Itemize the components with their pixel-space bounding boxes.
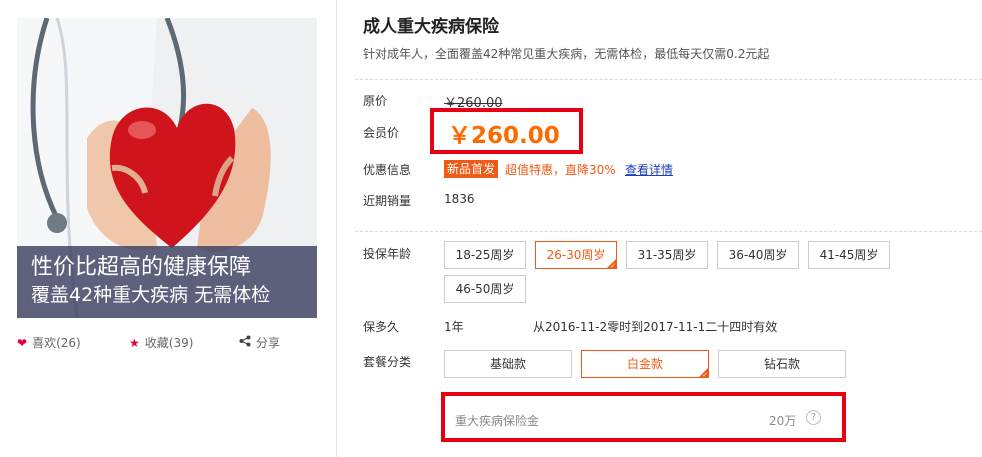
coverage-highlight: 重大疾病保险金 20万 ? xyxy=(441,392,846,442)
product-subtitle: 针对成年人，全面覆盖42种常见重大疾病，无需体检，最低每天仅需0.2元起 xyxy=(363,47,770,61)
like-label: 喜欢(26) xyxy=(32,336,81,350)
term-value: 1年 xyxy=(444,320,464,334)
share-button[interactable]: 分享 xyxy=(239,334,280,351)
age-option-41-45[interactable]: 41-45周岁 xyxy=(808,241,890,269)
product-gallery: 性价比超高的健康保障 覆盖42种重大疾病 无需体检 ❤ 喜欢(26) ★ 收藏(… xyxy=(0,0,337,457)
like-button[interactable]: ❤ 喜欢(26) xyxy=(17,334,81,351)
member-price: ￥260.00 xyxy=(448,123,560,149)
product-detail-page: 性价比超高的健康保障 覆盖42种重大疾病 无需体检 ❤ 喜欢(26) ★ 收藏(… xyxy=(0,0,982,457)
member-price-label: 会员价 xyxy=(363,126,400,140)
member-price-highlight: ￥260.00 xyxy=(430,108,583,154)
banner-headline: 性价比超高的健康保障 xyxy=(31,255,252,280)
plan-option-diamond[interactable]: 钻石款 xyxy=(718,350,846,378)
promo-badge: 新品首发 xyxy=(444,160,499,178)
plan-option-basic[interactable]: 基础款 xyxy=(444,350,572,378)
plan-label: 套餐分类 xyxy=(363,355,412,369)
star-icon: ★ xyxy=(129,335,140,350)
question-circle-icon[interactable]: ? xyxy=(806,410,821,425)
coverage-value: 20万 xyxy=(769,414,797,428)
age-option-31-35[interactable]: 31-35周岁 xyxy=(626,241,708,269)
product-info: 成人重大疾病保险 针对成年人，全面覆盖42种常见重大疾病，无需体检，最低每天仅需… xyxy=(355,0,982,457)
banner-subline: 覆盖42种重大疾病 无需体检 xyxy=(31,284,271,306)
age-option-36-40[interactable]: 36-40周岁 xyxy=(717,241,799,269)
image-banner: 性价比超高的健康保障 覆盖42种重大疾病 无需体检 xyxy=(17,246,317,318)
original-price-label: 原价 xyxy=(363,94,388,108)
age-label: 投保年龄 xyxy=(363,247,412,261)
divider xyxy=(355,231,982,232)
divider xyxy=(355,79,982,80)
favorite-button[interactable]: ★ 收藏(39) xyxy=(129,334,193,351)
promo-text: 超值特惠，直降30% xyxy=(505,163,616,177)
sales-value: 1836 xyxy=(444,192,475,206)
plan-option-platinum[interactable]: 白金款 xyxy=(581,350,709,380)
heart-icon: ❤ xyxy=(17,335,28,350)
term-period: 从2016-11-2零时到2017-11-1二十四时有效 xyxy=(533,320,778,334)
social-actions: ❤ 喜欢(26) ★ 收藏(39) 分享 xyxy=(17,334,317,352)
coverage-label: 重大疾病保险金 xyxy=(455,414,540,428)
age-option-46-50[interactable]: 46-50周岁 xyxy=(444,275,526,303)
product-image: 性价比超高的健康保障 覆盖42种重大疾病 无需体检 xyxy=(17,18,317,318)
promo-details-link[interactable]: 查看详情 xyxy=(625,161,673,178)
share-label: 分享 xyxy=(256,336,281,350)
sales-label: 近期销量 xyxy=(363,194,412,208)
age-option-26-30[interactable]: 26-30周岁 xyxy=(535,241,617,271)
term-label: 保多久 xyxy=(363,320,400,334)
age-option-18-25[interactable]: 18-25周岁 xyxy=(444,241,526,269)
promo-label: 优惠信息 xyxy=(363,163,412,177)
share-icon xyxy=(239,335,251,350)
product-title: 成人重大疾病保险 xyxy=(363,17,499,37)
favorite-label: 收藏(39) xyxy=(144,336,194,350)
